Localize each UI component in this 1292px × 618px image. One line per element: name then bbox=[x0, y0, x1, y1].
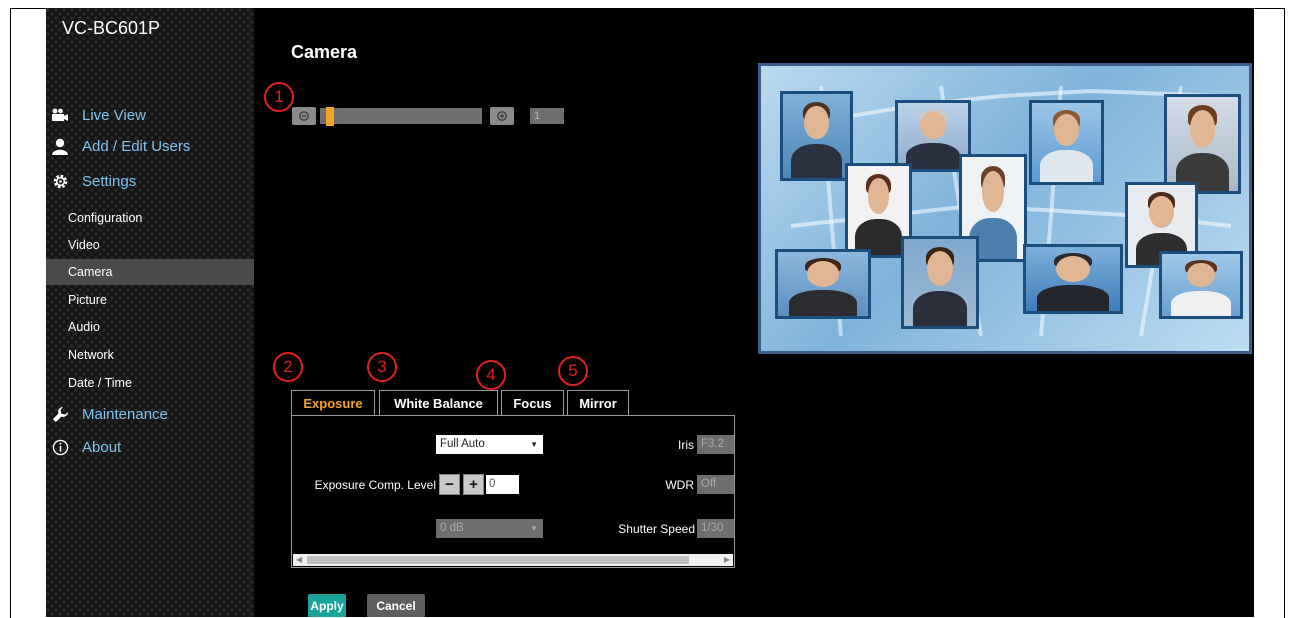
tab-white-balance[interactable]: White Balance bbox=[379, 390, 498, 416]
submenu-item-audio[interactable]: Audio bbox=[46, 314, 254, 340]
sidebar: VC-BC601P Live View Add / Edit Users Set… bbox=[46, 8, 254, 617]
submenu-item-video[interactable]: Video bbox=[46, 232, 254, 258]
submenu-item-picture[interactable]: Picture bbox=[46, 287, 254, 313]
zoom-slider[interactable] bbox=[320, 108, 482, 124]
person-tile bbox=[780, 91, 853, 181]
wdr-field: Off bbox=[697, 475, 734, 494]
camera-preview-image bbox=[758, 63, 1252, 354]
exposure-comp-minus-button[interactable]: − bbox=[439, 474, 460, 495]
gain-select[interactable]: 0 dB ▼ bbox=[436, 519, 543, 538]
person-tile bbox=[775, 249, 871, 319]
submenu-item-configuration[interactable]: Configuration bbox=[46, 205, 254, 231]
sidebar-item-maintenance[interactable]: Maintenance bbox=[46, 403, 254, 425]
zoom-slider-thumb[interactable] bbox=[326, 107, 334, 126]
callout-2: 2 bbox=[273, 352, 303, 382]
zoom-value-field[interactable]: 1 bbox=[530, 108, 564, 124]
person-tile bbox=[1029, 100, 1104, 185]
person-tile bbox=[1023, 244, 1123, 314]
mode-select-value: Full Auto bbox=[440, 438, 485, 450]
sidebar-item-label: Settings bbox=[82, 172, 137, 190]
shutter-speed-field: 1/30 bbox=[697, 519, 734, 538]
gear-icon bbox=[51, 172, 69, 190]
callout-4: 4 bbox=[476, 360, 506, 390]
scroll-right-icon[interactable]: ▶ bbox=[724, 554, 730, 566]
zoom-in-icon bbox=[497, 111, 507, 121]
person-tile bbox=[901, 236, 979, 329]
mode-select[interactable]: Full Auto ▼ bbox=[436, 435, 543, 454]
scrollbar-thumb[interactable] bbox=[307, 556, 689, 564]
video-camera-icon bbox=[51, 106, 69, 124]
tab-mirror[interactable]: Mirror bbox=[567, 390, 629, 416]
tab-focus[interactable]: Focus bbox=[501, 390, 564, 416]
sidebar-item-label: About bbox=[82, 438, 122, 456]
gain-select-value: 0 dB bbox=[440, 522, 464, 534]
chevron-down-icon: ▼ bbox=[530, 440, 538, 449]
wrench-icon bbox=[51, 405, 69, 423]
exposure-comp-label: Exposure Comp. Level bbox=[314, 478, 436, 492]
exposure-comp-plus-button[interactable]: + bbox=[463, 474, 484, 495]
submenu-item-network[interactable]: Network bbox=[46, 342, 254, 368]
info-icon bbox=[51, 438, 69, 456]
zoom-out-icon bbox=[299, 111, 309, 121]
sidebar-item-live-view[interactable]: Live View bbox=[46, 104, 254, 126]
submenu-item-camera[interactable]: Camera bbox=[46, 259, 254, 285]
iris-field: F3.2 bbox=[697, 435, 734, 454]
sidebar-item-about[interactable]: About bbox=[46, 436, 254, 458]
cancel-button[interactable]: Cancel bbox=[367, 594, 425, 617]
shutter-speed-label: Shutter Speed bbox=[618, 522, 695, 536]
sidebar-item-settings[interactable]: Settings bbox=[46, 170, 254, 192]
scroll-left-icon[interactable]: ◀ bbox=[296, 554, 302, 566]
wdr-label: WDR bbox=[665, 478, 694, 492]
brand-title: VC-BC601P bbox=[62, 18, 161, 38]
zoom-in-button[interactable] bbox=[490, 107, 514, 125]
callout-1: 1 bbox=[264, 82, 294, 112]
apply-button[interactable]: Apply bbox=[308, 594, 346, 617]
web-ui: VC-BC601P Live View Add / Edit Users Set… bbox=[46, 8, 1254, 617]
zoom-out-button[interactable] bbox=[292, 107, 316, 125]
person-tile bbox=[1164, 94, 1241, 194]
panel-horizontal-scrollbar[interactable]: ◀ ▶ bbox=[293, 554, 733, 566]
chevron-down-icon: ▼ bbox=[530, 524, 538, 533]
sidebar-item-add-edit-users[interactable]: Add / Edit Users bbox=[46, 135, 254, 157]
exposure-comp-input[interactable]: 0 bbox=[486, 475, 519, 494]
page-title: Camera bbox=[291, 42, 358, 62]
callout-3: 3 bbox=[367, 352, 397, 382]
person-tile bbox=[1159, 251, 1243, 319]
tab-exposure[interactable]: Exposure bbox=[291, 390, 375, 416]
sidebar-item-label: Live View bbox=[82, 106, 146, 124]
user-icon bbox=[51, 137, 69, 155]
sidebar-item-label: Maintenance bbox=[82, 405, 168, 423]
exposure-panel: Mode Full Auto ▼ Exposure Comp. Level − … bbox=[291, 415, 735, 568]
sidebar-item-label: Add / Edit Users bbox=[82, 137, 191, 155]
iris-label: Iris bbox=[678, 438, 694, 452]
callout-5: 5 bbox=[558, 356, 588, 386]
submenu-item-date-time[interactable]: Date / Time bbox=[46, 370, 254, 396]
